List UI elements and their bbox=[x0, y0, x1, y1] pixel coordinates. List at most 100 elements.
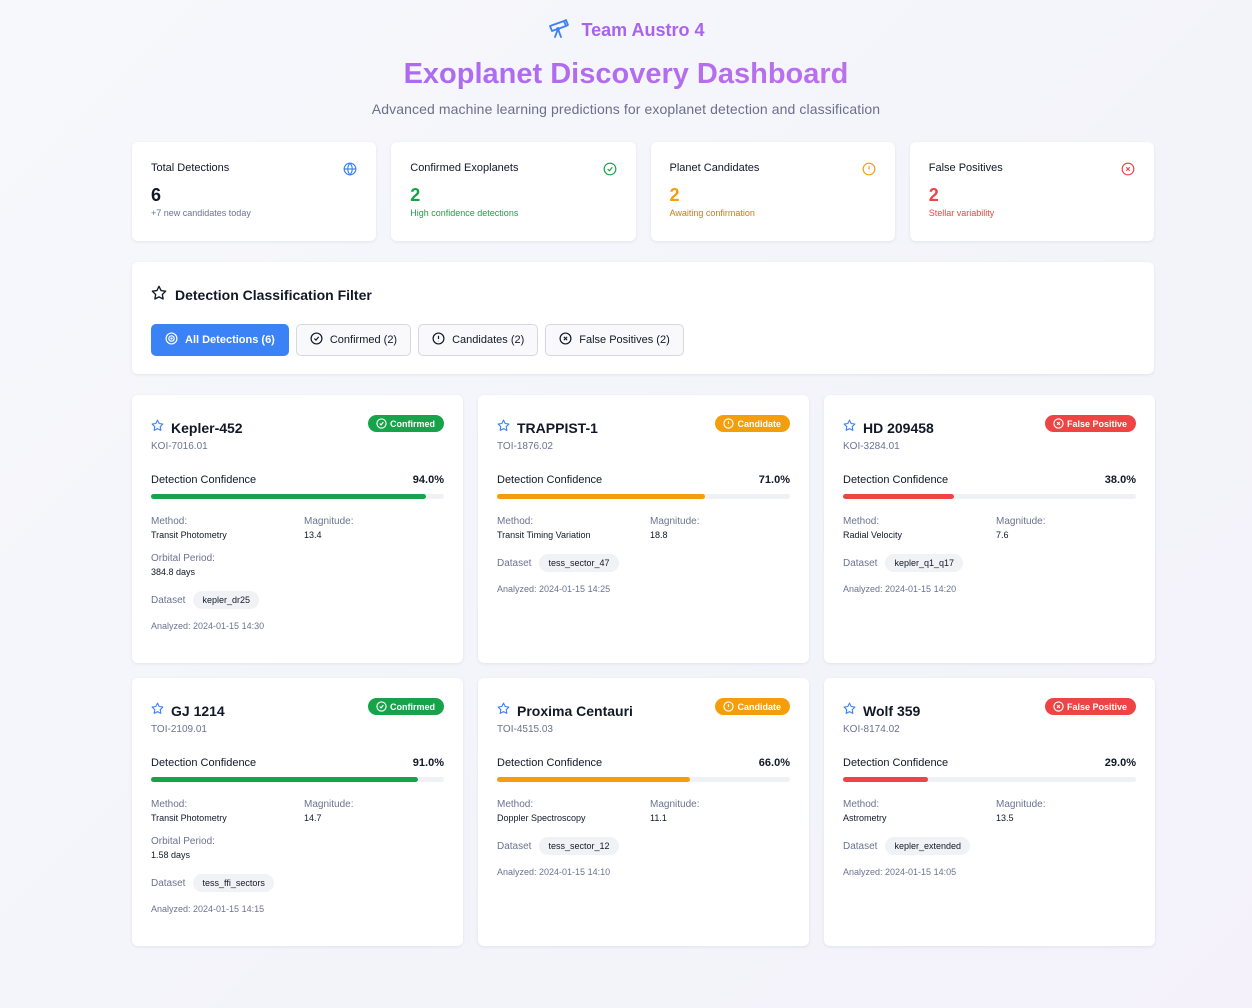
filter-all-label: All Detections (6) bbox=[185, 334, 275, 346]
confidence-bar bbox=[843, 494, 1136, 499]
analyzed-timestamp: Analyzed: 2024-01-15 14:30 bbox=[151, 621, 265, 631]
detection-card[interactable]: Kepler-452 KOI-7016.01 Confirmed Detecti… bbox=[132, 395, 463, 663]
orbital-period-label: Orbital Period: bbox=[151, 553, 215, 564]
check-circle-icon bbox=[376, 418, 387, 429]
method-field: Method: Transit Timing Variation bbox=[497, 516, 650, 540]
orbital-period-field: Orbital Period: 384.8 days bbox=[151, 553, 304, 577]
star-icon[interactable] bbox=[843, 419, 856, 437]
confidence-label: Detection Confidence bbox=[497, 474, 603, 486]
magnitude-field: Magnitude: 13.5 bbox=[996, 799, 1136, 823]
detection-card[interactable]: GJ 1214 TOI-2109.01 Confirmed Detection … bbox=[132, 678, 463, 946]
magnitude-field: Magnitude: 13.4 bbox=[304, 516, 444, 540]
detections-grid: Kepler-452 KOI-7016.01 Confirmed Detecti… bbox=[132, 395, 1155, 946]
confidence-label: Detection Confidence bbox=[843, 474, 949, 486]
method-field: Method: Radial Velocity bbox=[843, 516, 996, 540]
analyzed-timestamp: Analyzed: 2024-01-15 14:25 bbox=[497, 584, 611, 594]
filter-confirmed-button[interactable]: Confirmed (2) bbox=[295, 324, 412, 356]
magnitude-label: Magnitude: bbox=[996, 516, 1046, 527]
dataset-label: Dataset bbox=[151, 877, 186, 889]
confidence-label: Detection Confidence bbox=[151, 474, 257, 486]
magnitude-label: Magnitude: bbox=[304, 516, 354, 527]
star-icon[interactable] bbox=[843, 702, 856, 720]
detection-id: KOI-8174.02 bbox=[843, 724, 900, 735]
detection-card[interactable]: HD 209458 KOI-3284.01 False Positive Det… bbox=[824, 395, 1155, 663]
confidence-bar bbox=[151, 494, 444, 499]
method-label: Method: bbox=[497, 799, 534, 810]
alert-circle-icon bbox=[723, 418, 735, 429]
page-subtitle: Advanced machine learning predictions fo… bbox=[371, 101, 881, 117]
detection-card[interactable]: TRAPPIST-1 TOI-1876.02 Candidate Detecti… bbox=[478, 395, 809, 663]
detection-meta: Method: Transit Photometry Magnitude: 14… bbox=[151, 799, 444, 860]
confidence-bar bbox=[497, 494, 790, 499]
stat-label: False Positives bbox=[928, 162, 1003, 174]
stat-card-candidates: Planet Candidates 2 Awaiting confirmatio… bbox=[650, 142, 895, 241]
method-value: Doppler Spectroscopy bbox=[497, 813, 586, 823]
orbital-period-field: Orbital Period: 1.58 days bbox=[151, 836, 304, 860]
detection-name: Kepler-452 bbox=[171, 420, 243, 436]
method-value: Transit Photometry bbox=[151, 530, 227, 540]
filter-candidates-button[interactable]: Candidates (2) bbox=[418, 324, 539, 356]
confidence-row: Detection Confidence 29.0% bbox=[843, 757, 1136, 769]
detection-id: KOI-3284.01 bbox=[843, 441, 900, 452]
detection-name: Wolf 359 bbox=[863, 703, 921, 719]
stats-row: Total Detections 6 +7 new candidates tod… bbox=[132, 142, 1154, 241]
confidence-row: Detection Confidence 71.0% bbox=[497, 474, 790, 486]
magnitude-value: 14.7 bbox=[304, 813, 322, 823]
confidence-bar-fill bbox=[151, 777, 418, 782]
stat-sub: +7 new candidates today bbox=[151, 208, 251, 218]
status-badge-label: False Positive bbox=[1066, 418, 1127, 429]
dataset-row: Dataset kepler_extended bbox=[843, 837, 1136, 855]
magnitude-value: 13.5 bbox=[996, 813, 1014, 823]
filter-false-positives-button[interactable]: False Positives (2) bbox=[545, 324, 684, 356]
team-brand: Team Austro 4 bbox=[0, 17, 1252, 43]
filter-title: Detection Classification Filter bbox=[151, 285, 1135, 304]
dataset-chip: kepler_q1_q17 bbox=[885, 554, 964, 572]
filter-confirmed-label: Confirmed (2) bbox=[329, 334, 398, 346]
dataset-label: Dataset bbox=[497, 557, 532, 569]
method-label: Method: bbox=[843, 799, 880, 810]
method-label: Method: bbox=[497, 516, 534, 527]
star-icon[interactable] bbox=[497, 419, 510, 437]
filter-false-positives-label: False Positives (2) bbox=[579, 334, 670, 346]
status-badge-label: Candidate bbox=[737, 418, 781, 429]
target-icon bbox=[165, 332, 178, 348]
dataset-chip: kepler_dr25 bbox=[193, 591, 259, 609]
confidence-bar bbox=[497, 777, 790, 782]
stat-card-total: Total Detections 6 +7 new candidates tod… bbox=[132, 142, 377, 241]
x-circle-icon bbox=[1121, 162, 1135, 176]
alert-circle-icon bbox=[862, 162, 876, 176]
x-circle-icon bbox=[1053, 701, 1064, 712]
detection-card[interactable]: Wolf 359 KOI-8174.02 False Positive Dete… bbox=[824, 678, 1155, 946]
method-value: Radial Velocity bbox=[843, 530, 903, 540]
magnitude-value: 13.4 bbox=[304, 530, 322, 540]
status-badge: False Positive bbox=[1044, 415, 1136, 432]
dataset-row: Dataset tess_sector_47 bbox=[497, 554, 790, 572]
dataset-chip: tess_sector_12 bbox=[539, 837, 619, 855]
detection-name: TRAPPIST-1 bbox=[517, 420, 598, 436]
team-name: Team Austro 4 bbox=[581, 19, 705, 40]
dataset-chip: tess_ffi_sectors bbox=[193, 874, 274, 892]
check-circle-icon bbox=[603, 162, 617, 176]
x-circle-icon bbox=[559, 332, 572, 348]
filter-all-button[interactable]: All Detections (6) bbox=[151, 324, 289, 356]
detection-name: HD 209458 bbox=[863, 420, 934, 436]
star-icon[interactable] bbox=[151, 702, 164, 720]
status-badge: False Positive bbox=[1044, 698, 1136, 715]
check-circle-icon bbox=[376, 701, 387, 712]
dataset-label: Dataset bbox=[843, 840, 878, 852]
magnitude-label: Magnitude: bbox=[304, 799, 354, 810]
star-icon[interactable] bbox=[151, 419, 164, 437]
dataset-row: Dataset tess_sector_12 bbox=[497, 837, 790, 855]
magnitude-field: Magnitude: 18.8 bbox=[650, 516, 790, 540]
detection-card[interactable]: Proxima Centauri TOI-4515.03 Candidate D… bbox=[478, 678, 809, 946]
stat-label: Confirmed Exoplanets bbox=[410, 162, 519, 174]
analyzed-timestamp: Analyzed: 2024-01-15 14:20 bbox=[843, 584, 957, 594]
star-icon[interactable] bbox=[497, 702, 510, 720]
stat-label: Planet Candidates bbox=[669, 162, 760, 174]
detection-name: GJ 1214 bbox=[171, 703, 225, 719]
method-value: Transit Timing Variation bbox=[497, 530, 591, 540]
confidence-value: 66.0% bbox=[758, 757, 790, 769]
method-field: Method: Transit Photometry bbox=[151, 799, 304, 823]
dataset-row: Dataset kepler_dr25 bbox=[151, 591, 444, 609]
detection-id: TOI-4515.03 bbox=[497, 724, 553, 735]
